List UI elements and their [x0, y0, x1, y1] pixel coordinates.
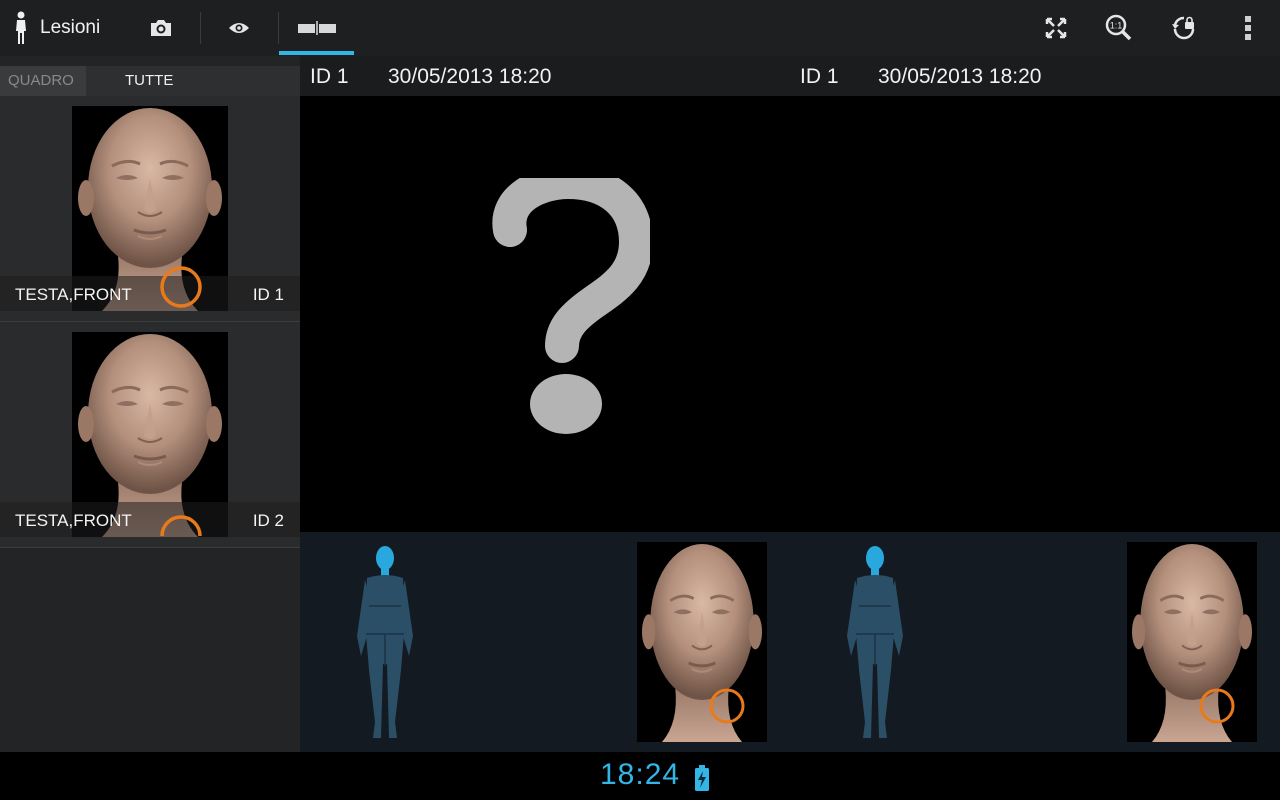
lesion-list-item[interactable]: TESTA,FRONT ID 1 — [0, 96, 300, 322]
lesion-location-label: TESTA,FRONT — [15, 511, 132, 530]
compare-view[interactable] — [300, 96, 1280, 532]
lesion-id-label: ID 1 — [252, 285, 284, 304]
rotate-lock-icon — [1172, 16, 1195, 40]
lesion-marker — [709, 688, 745, 724]
lesion-marker — [160, 266, 202, 308]
detail-thumbnail-left[interactable] — [637, 542, 767, 742]
fullscreen-button[interactable] — [1036, 0, 1076, 56]
system-status-bar: 18:24 — [0, 752, 1280, 800]
app-home-button[interactable]: Lesioni — [14, 10, 100, 46]
overflow-menu-button[interactable] — [1236, 0, 1260, 56]
eye-icon — [229, 23, 249, 33]
fullscreen-icon — [1045, 17, 1067, 39]
view-button[interactable] — [218, 0, 260, 56]
question-mark-icon — [492, 178, 650, 434]
lesion-marker — [1199, 688, 1235, 724]
body-map-figure-right[interactable] — [845, 544, 905, 740]
body-map-panel — [300, 532, 1280, 752]
tab-compare[interactable] — [282, 0, 352, 56]
camera-icon — [151, 20, 171, 36]
compare-header: ID 1 30/05/2013 18:20 ID 1 30/05/2013 18… — [300, 56, 1280, 96]
detail-thumbnail-right[interactable] — [1127, 542, 1257, 742]
battery-charging-icon — [695, 765, 709, 791]
zoom-1to1-button[interactable]: 1:1 — [1098, 0, 1140, 56]
lesion-list-item[interactable]: TESTA,FRONT ID 2 — [0, 322, 300, 548]
compare-icon — [298, 21, 336, 35]
lesion-marker — [160, 515, 202, 537]
app-title: Lesioni — [40, 17, 101, 38]
sidebar-tabs: QUADRO TUTTE — [0, 66, 300, 96]
tab-tutte[interactable]: TUTTE — [125, 66, 173, 96]
tab-quadro[interactable]: QUADRO — [0, 66, 86, 96]
right-lesion-id: ID 1 — [800, 65, 839, 88]
camera-button[interactable] — [140, 0, 182, 56]
lesion-location-label: TESTA,FRONT — [15, 285, 132, 304]
left-lesion-datetime: 30/05/2013 18:20 — [388, 65, 552, 88]
rotate-lock-button[interactable] — [1163, 0, 1205, 56]
right-lesion-datetime: 30/05/2013 18:20 — [878, 65, 1042, 88]
body-map-figure-left[interactable] — [355, 544, 415, 740]
left-lesion-id: ID 1 — [310, 65, 349, 88]
active-tab-indicator — [279, 51, 354, 55]
separator — [278, 12, 279, 44]
svg-text:1:1: 1:1 — [1110, 21, 1123, 31]
action-bar: Lesioni 1:1 — [0, 0, 1280, 56]
lesion-id-label: ID 2 — [252, 511, 284, 530]
lesion-sidebar: QUADRO TUTTE TESTA,FRONT ID 1 TESTA,FRON… — [0, 56, 300, 752]
status-clock: 18:24 — [600, 758, 681, 791]
person-icon — [16, 11, 26, 44]
overflow-menu-icon — [1245, 16, 1251, 40]
zoom-1to1-icon: 1:1 — [1105, 14, 1132, 41]
separator — [200, 12, 201, 44]
